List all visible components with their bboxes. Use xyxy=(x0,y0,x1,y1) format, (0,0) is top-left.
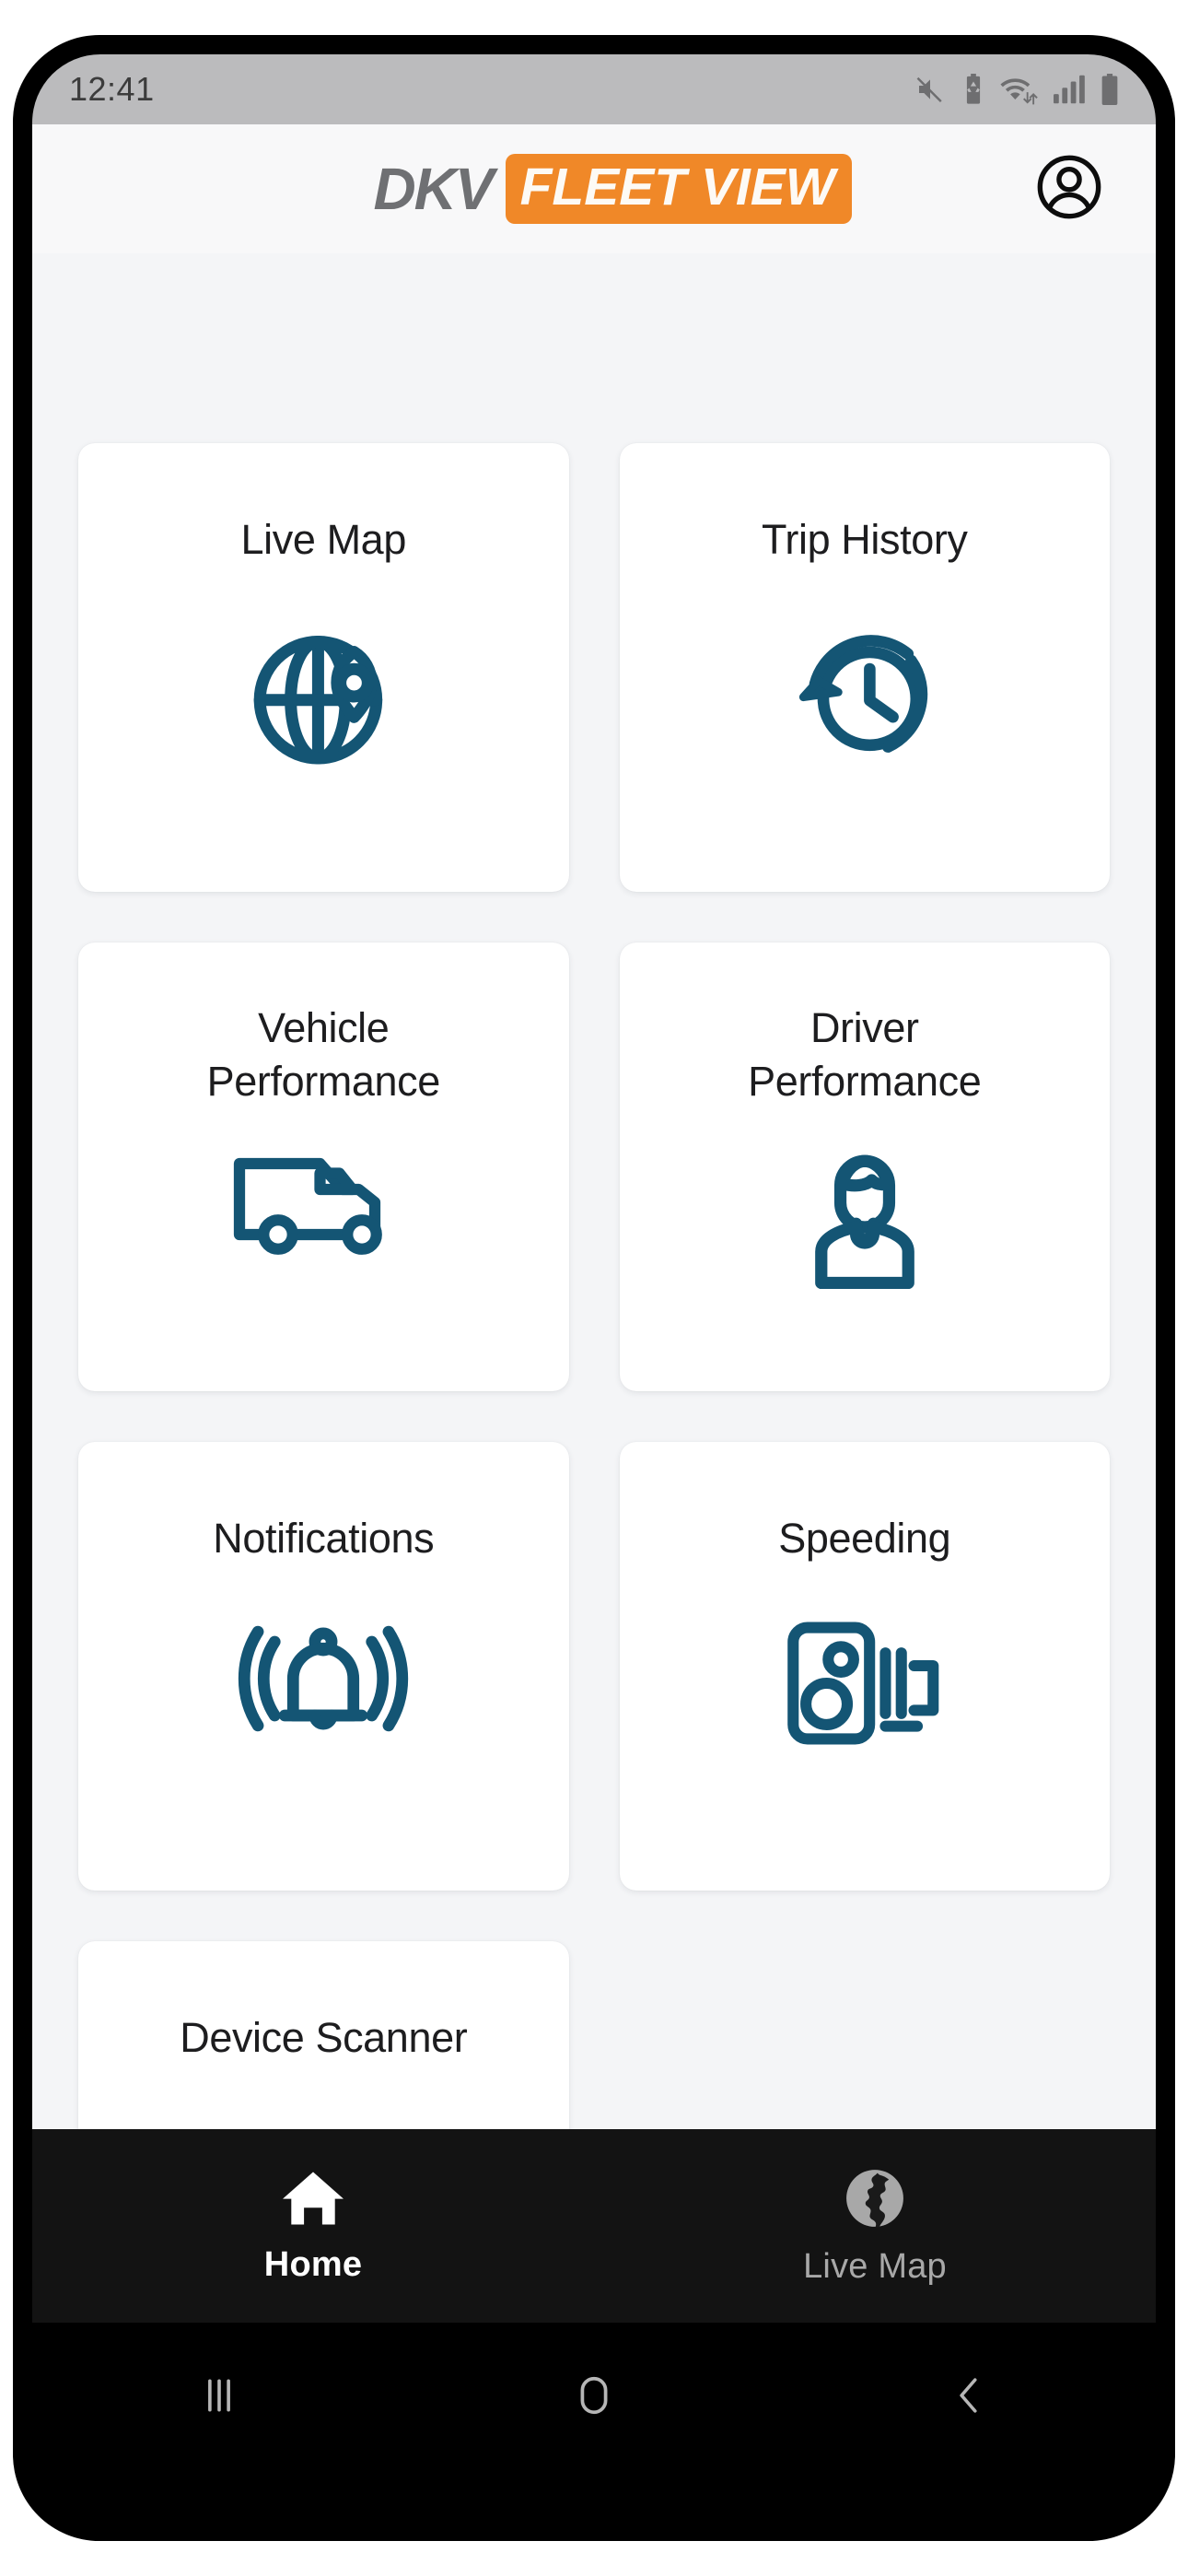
mute-icon xyxy=(913,75,948,104)
tile-label: Notifications xyxy=(213,1515,435,1562)
status-bar: 12:41 xyxy=(32,54,1156,124)
tile-trip-history[interactable]: Trip History xyxy=(619,443,1110,892)
logo-dkv-text: DKV xyxy=(373,156,494,222)
tile-live-map[interactable]: Live Map xyxy=(78,443,569,892)
tile-device-scanner[interactable]: Device Scanner xyxy=(78,1941,569,2129)
cellular-signal-icon xyxy=(1054,75,1085,104)
tile-label-line1: Driver xyxy=(809,1004,919,1051)
dashboard-scroll-area[interactable]: Live Map Trip History Vehicle Performanc… xyxy=(32,253,1156,2129)
home-icon xyxy=(280,2168,346,2229)
system-home-button[interactable] xyxy=(407,2354,782,2437)
recent-apps-icon xyxy=(194,2371,244,2420)
nav-item-live-map[interactable]: Live Map xyxy=(594,2166,1156,2287)
back-button[interactable] xyxy=(781,2354,1156,2437)
tile-notifications[interactable]: Notifications xyxy=(78,1442,569,1891)
nav-item-label: Live Map xyxy=(803,2246,947,2286)
nav-item-home[interactable]: Home xyxy=(32,2168,594,2285)
account-button[interactable] xyxy=(1031,150,1108,228)
wifi-icon xyxy=(999,74,1040,105)
tile-speeding[interactable]: Speeding xyxy=(619,1442,1110,1891)
battery-icon xyxy=(1099,74,1121,105)
tile-label-line2: Performance xyxy=(206,1057,441,1105)
app-header: DKV FLEET VIEW xyxy=(32,124,1156,253)
ringing-bell-icon xyxy=(231,1610,415,1748)
tile-label: Vehicle Performance xyxy=(196,1001,451,1107)
earth-icon xyxy=(843,2166,907,2231)
status-bar-clock: 12:41 xyxy=(69,70,155,108)
history-clock-icon xyxy=(782,611,948,777)
dashboard-tile-grid: Live Map Trip History Vehicle Performanc… xyxy=(78,443,1110,2129)
battery-saver-icon xyxy=(961,74,985,105)
driver-person-icon xyxy=(800,1133,929,1290)
tile-vehicle-performance[interactable]: Vehicle Performance xyxy=(78,943,569,1391)
back-chevron-icon xyxy=(944,2371,994,2420)
bottom-navigation-bar: Home Live Map xyxy=(32,2129,1156,2323)
tile-driver-performance[interactable]: Driver Performance xyxy=(619,943,1110,1391)
van-icon xyxy=(227,1133,420,1271)
android-system-nav xyxy=(32,2323,1156,2522)
globe-pin-icon xyxy=(238,611,409,782)
device-frame: 12:41 DKV FLEET VIEW Live Map Trip Histo… xyxy=(0,0,1188,2576)
phone-screen: 12:41 DKV FLEET VIEW Live Map Trip Histo… xyxy=(32,54,1156,2522)
nav-item-label: Home xyxy=(263,2244,363,2284)
phone-body: 12:41 DKV FLEET VIEW Live Map Trip Histo… xyxy=(15,37,1173,2539)
tile-label: Device Scanner xyxy=(180,2014,468,2061)
app-logo: DKV FLEET VIEW xyxy=(373,153,852,225)
tile-label: Speeding xyxy=(778,1515,951,1562)
tile-label: Live Map xyxy=(240,516,407,563)
speed-camera-icon xyxy=(777,1610,952,1757)
status-bar-icons xyxy=(913,74,1121,105)
tile-label-line2: Performance xyxy=(748,1057,982,1105)
recent-apps-button[interactable] xyxy=(32,2354,407,2437)
tile-label-line1: Vehicle xyxy=(258,1004,390,1051)
tile-label: Driver Performance xyxy=(737,1001,992,1107)
account-circle-icon xyxy=(1034,152,1104,227)
logo-fleet-view-badge: FLEET VIEW xyxy=(505,153,852,225)
system-home-icon xyxy=(568,2370,620,2421)
tile-label: Trip History xyxy=(761,516,968,563)
